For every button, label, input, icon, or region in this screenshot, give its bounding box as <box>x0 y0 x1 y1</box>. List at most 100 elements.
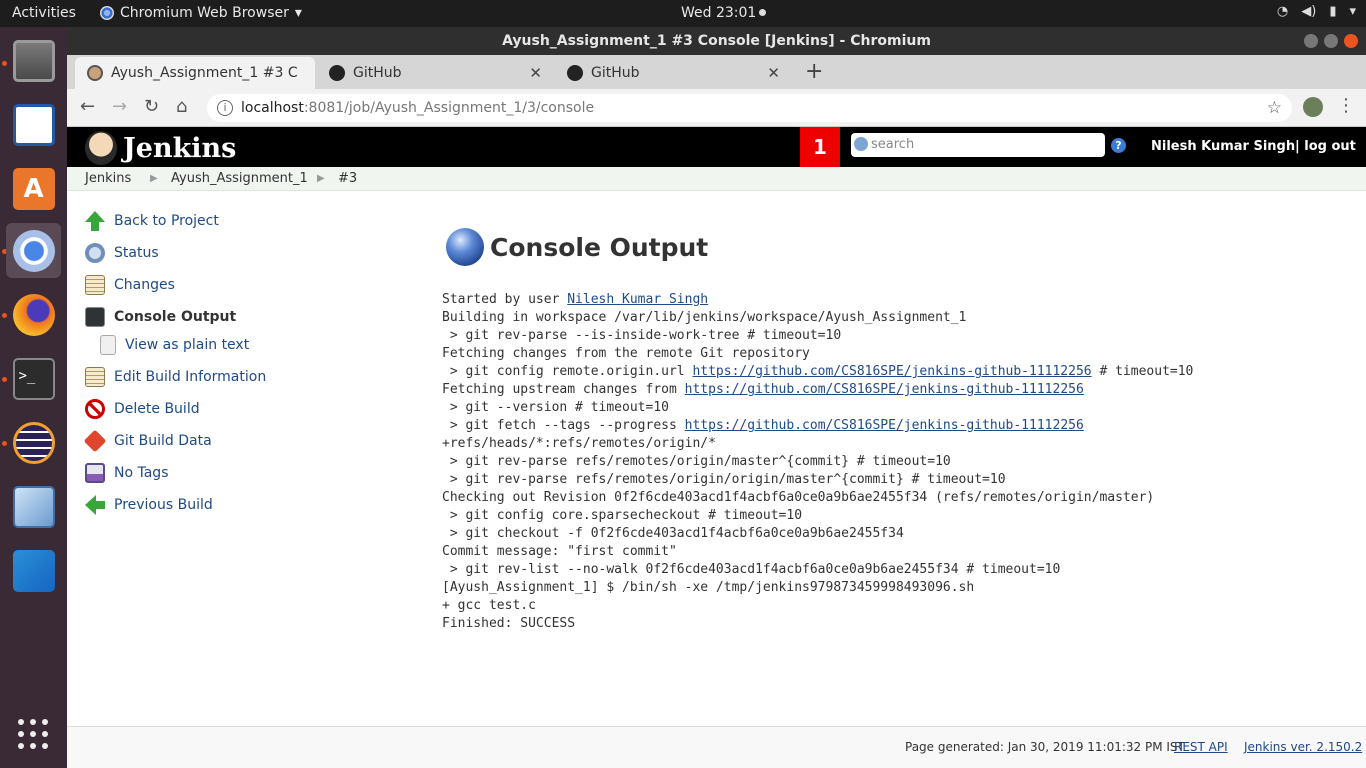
chromium-launcher[interactable] <box>6 223 61 278</box>
profile-avatar[interactable] <box>1303 97 1323 117</box>
breadcrumb-build[interactable]: #3 <box>338 171 357 186</box>
breadcrumb: Jenkins ▶ Ayush_Assignment_1 ▶ #3 <box>67 167 1366 191</box>
chromium-icon <box>100 6 114 20</box>
volume-icon: ◀) <box>1301 4 1317 19</box>
breadcrumb-job[interactable]: Ayush_Assignment_1 <box>171 171 308 186</box>
chromium-icon <box>12 229 55 272</box>
kebab-menu-icon[interactable]: ⋮ <box>1337 95 1355 116</box>
page-generated-text: Page generated: Jan 30, 2019 11:01:32 PM… <box>905 740 1185 754</box>
firefox-launcher[interactable] <box>6 287 61 342</box>
task-changes[interactable]: Changes <box>85 274 175 296</box>
chevron-down-icon: ▾ <box>294 5 302 21</box>
forward-icon[interactable]: → <box>112 96 127 117</box>
firefox-icon <box>12 293 55 336</box>
task-label: View as plain text <box>125 337 250 353</box>
close-tab-icon[interactable]: ✕ <box>767 64 780 82</box>
tab-label: GitHub <box>591 65 640 81</box>
search-placeholder: search <box>871 137 915 152</box>
tab-github-1[interactable]: GitHub ✕ <box>317 57 552 89</box>
activities-button[interactable]: Activities <box>12 5 76 21</box>
logout-link[interactable]: | log out <box>1295 139 1356 154</box>
help-icon[interactable]: ? <box>1111 138 1126 153</box>
breadcrumb-separator-icon[interactable]: ▶ <box>317 173 325 184</box>
home-icon[interactable]: ⌂ <box>176 96 187 117</box>
files-launcher[interactable] <box>6 33 61 88</box>
task-previous-build[interactable]: Previous Build <box>85 494 213 516</box>
github-icon <box>329 65 345 81</box>
close-tab-icon[interactable]: ✕ <box>529 64 542 82</box>
app-menu-label: Chromium Web Browser <box>120 5 289 21</box>
minimize-icon[interactable] <box>1304 34 1318 48</box>
software-launcher[interactable]: A <box>6 161 61 216</box>
dock: A >_ <box>0 27 67 768</box>
new-tab-icon[interactable]: + <box>805 59 823 84</box>
repo-url-link[interactable]: https://github.com/CS816SPE/jenkins-gith… <box>685 418 1084 433</box>
eclipse-launcher[interactable] <box>6 415 61 470</box>
console-line: > git rev-parse --is-inside-work-tree # … <box>442 328 842 343</box>
user-link[interactable]: Nilesh Kumar Singh <box>1151 139 1295 154</box>
task-no-tags[interactable]: No Tags <box>85 462 168 484</box>
writer-launcher[interactable] <box>6 97 61 152</box>
repo-url-link[interactable]: https://github.com/CS816SPE/jenkins-gith… <box>692 364 1091 379</box>
console-line: > git checkout -f 0f2f6cde403acd1f4acbf6… <box>442 526 904 541</box>
rest-api-link[interactable]: REST API <box>1174 740 1228 754</box>
console-line: Fetching upstream changes from <box>442 382 685 397</box>
task-view-plain-text[interactable]: View as plain text <box>100 334 249 356</box>
jenkins-version-link[interactable]: Jenkins ver. 2.150.2 <box>1244 740 1362 754</box>
breadcrumb-jenkins[interactable]: Jenkins <box>85 171 131 186</box>
clock-label: Wed 23:01 <box>681 5 757 21</box>
back-icon[interactable]: ← <box>80 96 95 117</box>
tab-strip: Ayush_Assignment_1 #3 C GitHub ✕ GitHub … <box>67 55 1366 89</box>
address-bar[interactable]: i localhost:8081/job/Ayush_Assignment_1/… <box>207 94 1292 122</box>
jenkins-favicon-icon <box>87 65 103 81</box>
address-host: localhost <box>241 100 304 116</box>
console-line: [Ayush_Assignment_1] $ /bin/sh -xe /tmp/… <box>442 580 975 595</box>
task-label: Changes <box>114 277 175 293</box>
save-icon <box>85 463 105 483</box>
tab-label: Ayush_Assignment_1 #3 C <box>111 65 298 81</box>
vscode-launcher[interactable] <box>6 543 61 598</box>
no-entry-icon <box>85 399 105 419</box>
magnifier-icon <box>85 243 105 263</box>
footer: Page generated: Jan 30, 2019 11:01:32 PM… <box>67 726 1366 768</box>
task-console-output[interactable]: Console Output <box>85 306 236 328</box>
notification-badge[interactable]: 1 <box>800 127 840 167</box>
bookmark-star-icon[interactable]: ☆ <box>1267 94 1282 122</box>
breadcrumb-separator-icon[interactable]: ▶ <box>150 173 158 184</box>
show-applications-button[interactable] <box>18 719 48 749</box>
system-tray[interactable]: ◔ ◀) ▮ ▾ <box>1277 4 1356 19</box>
tab-jenkins-console[interactable]: Ayush_Assignment_1 #3 C <box>75 57 315 89</box>
task-delete-build[interactable]: Delete Build <box>85 398 200 420</box>
clock[interactable]: Wed 23:01 <box>681 5 767 21</box>
document-icon <box>12 103 55 146</box>
repo-url-link[interactable]: https://github.com/CS816SPE/jenkins-gith… <box>685 382 1084 397</box>
task-status[interactable]: Status <box>85 242 159 264</box>
task-label: Edit Build Information <box>114 369 267 385</box>
console-line: > git fetch --tags --progress <box>442 418 685 433</box>
jenkins-logo[interactable]: Jenkins <box>85 131 236 165</box>
window-title: Ayush_Assignment_1 #3 Console [Jenkins] … <box>502 33 931 49</box>
maximize-icon[interactable] <box>1324 34 1338 48</box>
started-by-user-link[interactable]: Nilesh Kumar Singh <box>567 292 708 307</box>
page-heading: Console Output <box>446 228 708 266</box>
console-line: Fetching changes from the remote Git rep… <box>442 346 810 361</box>
task-edit-build-info[interactable]: Edit Build Information <box>85 366 266 388</box>
task-back-to-project[interactable]: Back to Project <box>85 210 219 232</box>
info-icon[interactable]: i <box>217 100 233 116</box>
tab-github-2[interactable]: GitHub ✕ <box>555 57 790 89</box>
notepad-icon <box>85 275 105 295</box>
console-orb-icon <box>446 228 484 266</box>
terminal-launcher[interactable]: >_ <box>6 351 61 406</box>
document-icon <box>100 335 116 355</box>
task-label: Console Output <box>114 309 237 325</box>
console-line: Checking out Revision 0f2f6cde403acd1f4a… <box>442 490 1155 505</box>
app-menu[interactable]: Chromium Web Browser ▾ <box>100 5 302 21</box>
virtualbox-launcher[interactable] <box>6 479 61 534</box>
close-window-icon[interactable] <box>1344 34 1358 48</box>
console-line: > git --version # timeout=10 <box>442 400 669 415</box>
github-icon <box>567 65 583 81</box>
eclipse-icon <box>12 421 55 464</box>
task-git-build-data[interactable]: Git Build Data <box>83 429 212 453</box>
search-input[interactable]: search <box>851 133 1105 157</box>
reload-icon[interactable]: ↻ <box>144 96 159 117</box>
